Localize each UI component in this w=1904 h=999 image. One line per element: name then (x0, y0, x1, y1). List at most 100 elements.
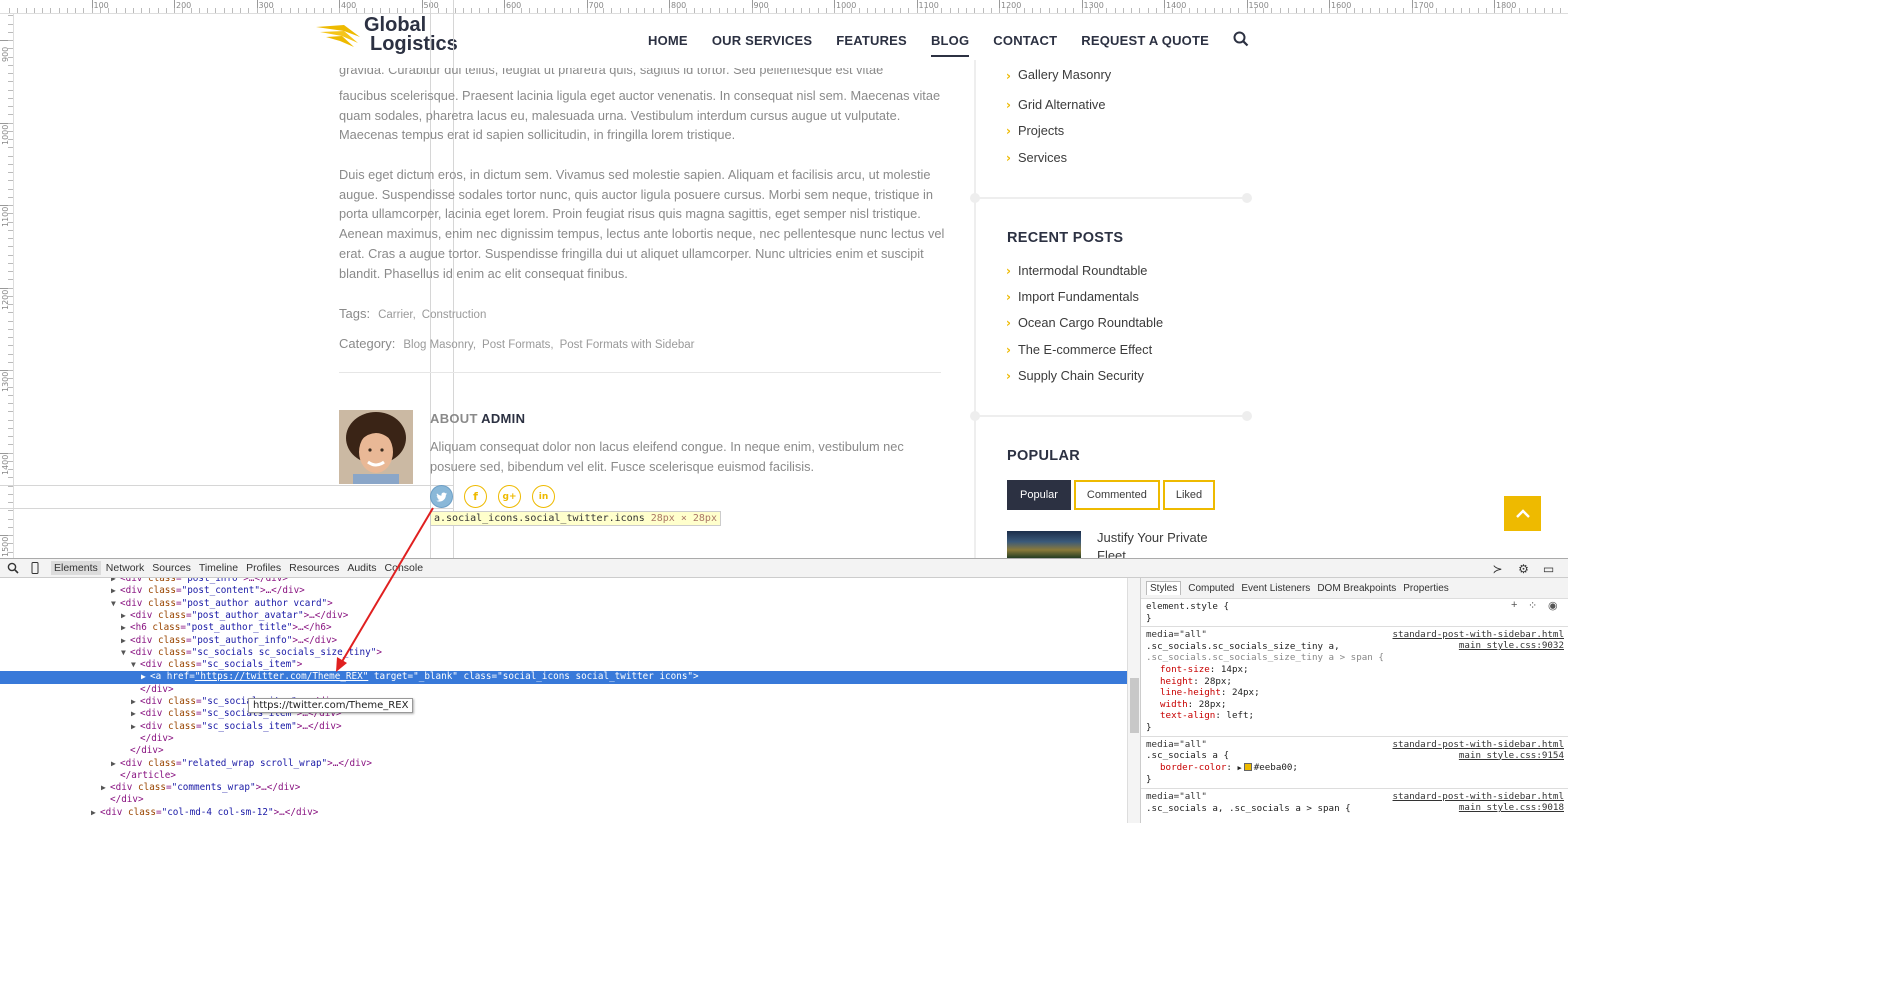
sidebar-link[interactable]: › Services (1006, 150, 1067, 165)
tab-computed[interactable]: Computed (1188, 583, 1234, 594)
search-icon[interactable] (1233, 31, 1249, 47)
site-logo[interactable]: Global Logistics (314, 15, 458, 54)
expand-triangle-icon[interactable]: ▶ (121, 622, 130, 634)
color-swatch[interactable] (1243, 763, 1252, 772)
collapse-triangle-icon[interactable]: ▼ (131, 659, 140, 671)
nav-our-services[interactable]: OUR SERVICES (712, 33, 812, 48)
expand-triangle-icon[interactable]: ▶ (111, 578, 120, 585)
dom-node[interactable]: </div> (0, 794, 1127, 806)
tab-event-listeners[interactable]: Event Listeners (1241, 583, 1310, 594)
expand-triangle-icon[interactable]: ▶ (111, 758, 120, 770)
dom-node[interactable]: </div> (0, 745, 1127, 757)
tab-properties[interactable]: Properties (1403, 583, 1449, 594)
dom-node[interactable]: ▶ <div class="comments_wrap">…</div> (0, 782, 1127, 794)
expand-triangle-icon[interactable]: ▶ (121, 635, 130, 647)
category-link[interactable]: Blog Masonry, (403, 339, 476, 351)
devtools-tab-audits[interactable]: Audits (347, 562, 376, 574)
expand-triangle-icon[interactable]: ▶ (131, 708, 140, 720)
google-plus-icon[interactable]: g+ (498, 485, 521, 508)
recent-post-link[interactable]: › The E-commerce Effect (1006, 342, 1152, 357)
tab-dom-breakpoints[interactable]: DOM Breakpoints (1317, 583, 1396, 594)
tag-link[interactable]: Construction (422, 309, 487, 321)
recent-post-link[interactable]: › Import Fundamentals (1006, 289, 1139, 304)
nav-request-a-quote[interactable]: REQUEST A QUOTE (1081, 33, 1209, 48)
dom-node[interactable]: ▼ <div class="post_author author vcard"> (0, 598, 1127, 610)
css-property[interactable]: line-height: 24px; (1146, 687, 1563, 699)
dom-node[interactable]: ▶ <div class="related_wrap scroll_wrap">…… (0, 758, 1127, 770)
dom-scrollbar[interactable] (1127, 578, 1140, 823)
dom-node[interactable]: ▶ <div class="post_content">…</div> (0, 585, 1127, 597)
dom-node[interactable]: </div> (0, 733, 1127, 745)
nav-features[interactable]: FEATURES (836, 33, 907, 48)
gear-icon[interactable]: ⚙ (1517, 563, 1530, 576)
dom-node[interactable]: ▶ <div class="post_info">…</div> (0, 578, 1127, 585)
expand-triangle-icon[interactable]: ▶ (1237, 764, 1241, 772)
rule-source-link[interactable]: standard-post-with-sidebar.html (1393, 739, 1564, 751)
rule-source-link[interactable]: main_style.css:9154 (1459, 750, 1564, 762)
expand-triangle-icon[interactable]: ▶ (91, 807, 100, 819)
devtools-tab-timeline[interactable]: Timeline (199, 562, 238, 574)
nav-contact[interactable]: CONTACT (993, 33, 1057, 48)
tab-commented[interactable]: Commented (1073, 480, 1160, 510)
rule-source-link[interactable]: standard-post-with-sidebar.html (1393, 791, 1564, 803)
linkedin-icon[interactable]: in (532, 485, 555, 508)
devtools-tab-profiles[interactable]: Profiles (246, 562, 281, 574)
css-property[interactable]: width: 28px; (1146, 699, 1563, 711)
devtools-tab-console[interactable]: Console (385, 562, 424, 574)
facebook-icon[interactable]: f (464, 485, 487, 508)
sidebar-link[interactable]: › Gallery Masonry (1006, 69, 1111, 83)
dom-node[interactable]: </article> (0, 770, 1127, 782)
css-property[interactable]: height: 28px; (1146, 676, 1563, 688)
dom-node[interactable]: ▶<div class="sc_socials_item">…</div> (0, 696, 1127, 708)
inspect-search-icon[interactable] (7, 562, 19, 574)
collapse-triangle-icon[interactable]: ▼ (111, 598, 120, 610)
sidebar-link[interactable]: › Grid Alternative (1006, 97, 1105, 112)
dom-node[interactable]: ▼ <div class="sc_socials sc_socials_size_… (0, 647, 1127, 659)
nav-home[interactable]: HOME (648, 33, 688, 48)
scroll-to-top-button[interactable] (1504, 496, 1541, 531)
expand-triangle-icon[interactable]: ▶ (101, 782, 110, 794)
dom-node[interactable]: ▶ <div class="post_author_avatar">…</div> (0, 610, 1127, 622)
devtools-tab-elements[interactable]: Elements (51, 561, 101, 575)
scroll-thumb[interactable] (1130, 678, 1139, 733)
css-property[interactable]: text-align: left; (1146, 710, 1563, 722)
rule-source-link[interactable]: main_style.css:9018 (1459, 802, 1564, 814)
expand-triangle-icon[interactable]: ▶ (131, 721, 140, 733)
dom-node[interactable]: ▶<div class="sc_socials_item">…</div> (0, 721, 1127, 733)
device-mode-icon[interactable] (30, 562, 42, 574)
expand-triangle-icon[interactable]: ▶ (131, 696, 140, 708)
tab-styles[interactable]: Styles (1146, 581, 1182, 595)
expand-triangle-icon[interactable]: ▶ (141, 671, 150, 683)
category-link[interactable]: Post Formats with Sidebar (560, 339, 695, 351)
recent-post-link[interactable]: › Intermodal Roundtable (1006, 263, 1147, 278)
dom-node[interactable]: ▶ <div class="col-md-4 col-sm-12">…</div> (0, 807, 1127, 819)
twitter-icon[interactable] (430, 485, 453, 508)
popular-post-title[interactable]: Justify Your Private Fleet (1097, 529, 1237, 558)
devtools-tab-sources[interactable]: Sources (152, 562, 191, 574)
rule-source-link[interactable]: main_style.css:9032 (1459, 640, 1564, 652)
rule-selector[interactable]: .sc_socials.sc_socials_size_tiny a > spa… (1146, 652, 1563, 664)
dom-node[interactable]: </div> (0, 684, 1127, 696)
recent-post-link[interactable]: › Supply Chain Security (1006, 368, 1144, 383)
tab-popular[interactable]: Popular (1007, 480, 1071, 510)
rule-source-link[interactable]: standard-post-with-sidebar.html (1393, 629, 1564, 641)
css-property[interactable]: font-size: 14px; (1146, 664, 1563, 676)
dom-node[interactable]: ▶ <h6 class="post_author_title">…</h6> (0, 622, 1127, 634)
devtools-tab-resources[interactable]: Resources (289, 562, 339, 574)
expand-triangle-icon[interactable]: ▶ (121, 610, 130, 622)
dock-icon[interactable]: ▭ (1542, 563, 1555, 576)
dom-node-selected[interactable]: ▶ <a href="https://twitter.com/Theme_REX"… (0, 671, 1127, 684)
category-link[interactable]: Post Formats, (482, 339, 554, 351)
nav-blog[interactable]: BLOG (930, 33, 970, 57)
popular-post-thumbnail[interactable] (1007, 531, 1081, 558)
console-drawer-icon[interactable]: ≻ (1491, 563, 1504, 576)
css-property[interactable]: border-color: ▶ #eeba00; (1146, 762, 1563, 775)
tag-link[interactable]: Carrier, (378, 309, 416, 321)
sidebar-link[interactable]: › Projects (1006, 123, 1064, 138)
recent-post-link[interactable]: › Ocean Cargo Roundtable (1006, 315, 1163, 330)
expand-triangle-icon[interactable]: ▶ (111, 585, 120, 597)
tab-liked[interactable]: Liked (1162, 480, 1216, 510)
dom-node[interactable]: ▶<div class="sc_socials_item">…</div> (0, 708, 1127, 720)
dom-node[interactable]: ▶ <div class="post_author_info">…</div> (0, 635, 1127, 647)
collapse-triangle-icon[interactable]: ▼ (121, 647, 130, 659)
